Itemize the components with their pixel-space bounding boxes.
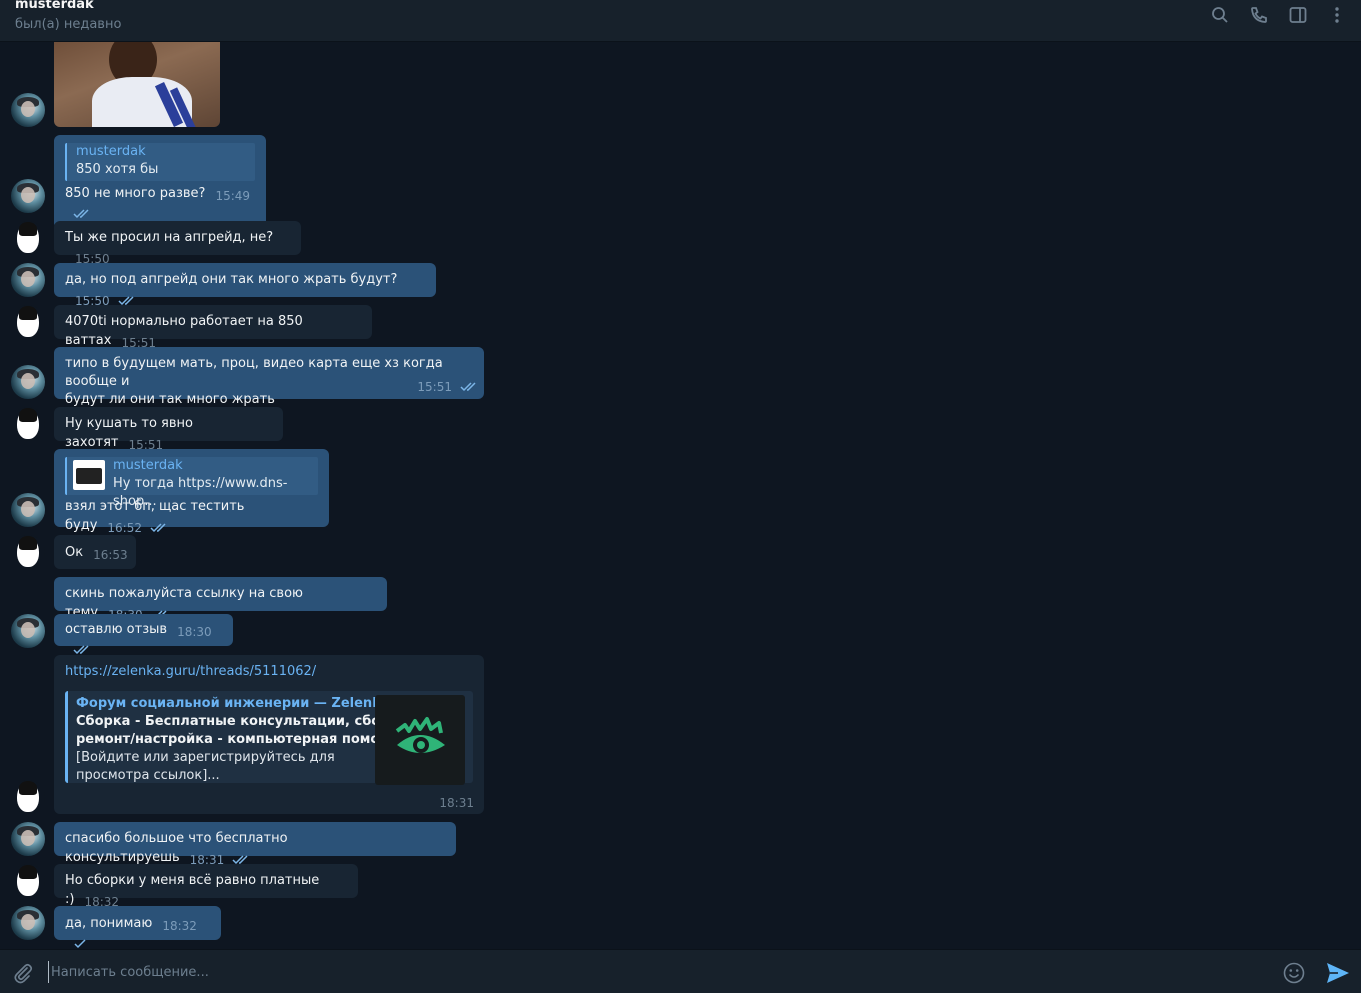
message-text: 850 не много разве? bbox=[65, 186, 206, 201]
message-bubble-outgoing[interactable]: да, понимаю 18:32 bbox=[54, 906, 221, 949]
reply-quote[interactable]: musterdak Ну тогда https://www.dns-shop.… bbox=[65, 457, 318, 509]
avatar[interactable] bbox=[11, 906, 45, 940]
message-text-line: будут ли они так много жрать bbox=[65, 392, 275, 407]
message-time: 18:31 bbox=[439, 796, 474, 810]
message-time: 15:51 bbox=[417, 380, 452, 394]
message-input[interactable] bbox=[48, 961, 1251, 983]
send-icon[interactable] bbox=[1326, 962, 1350, 988]
message-time: 18:32 bbox=[162, 919, 197, 933]
message-bubble-incoming[interactable]: Ну кушать то явно захотят 15:51 bbox=[54, 407, 283, 452]
message-bubble-outgoing[interactable]: спасибо большое что бесплатно консультир… bbox=[54, 822, 456, 867]
reply-text: 850 хотя бы bbox=[76, 162, 159, 177]
message-text: да, понимаю bbox=[65, 916, 153, 931]
message-bubble-incoming[interactable]: Ты же просил на апгрейд, не?15:50 bbox=[54, 221, 301, 266]
emoji-icon[interactable] bbox=[1283, 962, 1305, 988]
message-bubble-outgoing[interactable]: оставлю отзыв 18:30 bbox=[54, 614, 233, 655]
more-vert-icon[interactable] bbox=[1327, 5, 1347, 25]
message-bubble-incoming[interactable]: Ок 16:53 bbox=[54, 535, 136, 569]
avatar[interactable] bbox=[11, 305, 45, 339]
message-text: да, но под апгрейд они так много жрать б… bbox=[65, 272, 398, 287]
message-bubble-outgoing[interactable]: musterdak Ну тогда https://www.dns-shop.… bbox=[54, 449, 329, 535]
phone-icon[interactable] bbox=[1249, 5, 1269, 25]
message-text: Ок bbox=[65, 545, 84, 560]
avatar[interactable] bbox=[11, 535, 45, 569]
message-bubble-outgoing[interactable]: musterdak 850 хотя бы 850 не много разве… bbox=[54, 135, 266, 229]
chat-status: был(а) недавно bbox=[15, 17, 122, 32]
message-link[interactable]: https://zelenka.guru/threads/5111062/ bbox=[65, 663, 473, 681]
message-bubble-incoming[interactable]: Но сборки у меня всё равно платные :) 18:… bbox=[54, 864, 358, 909]
double-check-icon bbox=[150, 521, 168, 539]
avatar[interactable] bbox=[11, 93, 45, 127]
message-bubble-outgoing[interactable]: типо в будущем мать, проц, видео карта е… bbox=[54, 347, 484, 407]
attach-icon[interactable] bbox=[12, 962, 34, 988]
message-time: 18:30 bbox=[177, 625, 212, 639]
avatar[interactable] bbox=[11, 179, 45, 213]
avatar[interactable] bbox=[11, 221, 45, 255]
reply-text: Ну тогда https://www.dns-shop... bbox=[113, 476, 288, 509]
reply-author: musterdak bbox=[113, 458, 183, 473]
header-actions bbox=[1210, 5, 1347, 25]
message-bubble-incoming[interactable]: https://zelenka.guru/threads/5111062/ Фо… bbox=[54, 655, 484, 814]
message-time: 16:53 bbox=[93, 548, 128, 562]
double-check-icon bbox=[460, 380, 478, 398]
chat-header: musterdak был(а) недавно bbox=[0, 0, 1361, 42]
message-text: Ты же просил на апгрейд, не? bbox=[65, 230, 274, 245]
composer bbox=[0, 949, 1361, 993]
avatar[interactable] bbox=[11, 822, 45, 856]
sidebar-toggle-icon[interactable] bbox=[1288, 5, 1308, 25]
avatar[interactable] bbox=[11, 864, 45, 898]
message-time: 15:49 bbox=[215, 189, 251, 203]
chat-title[interactable]: musterdak bbox=[15, 0, 94, 12]
message-bubble-incoming[interactable]: 4070ti нормально работает на 850 ваттах 1… bbox=[54, 305, 372, 350]
reply-author: musterdak bbox=[76, 144, 146, 159]
avatar[interactable] bbox=[11, 493, 45, 527]
reply-thumbnail bbox=[73, 460, 105, 490]
link-preview[interactable]: Форум социальной инженерии — Zelenka....… bbox=[65, 691, 473, 785]
search-icon[interactable] bbox=[1210, 5, 1230, 25]
avatar[interactable] bbox=[11, 407, 45, 441]
message-bubble-outgoing[interactable]: да, но под апгрейд они так много жрать б… bbox=[54, 263, 436, 308]
message-bubble-outgoing[interactable]: скинь пожалуйста ссылку на свою тему18:3… bbox=[54, 577, 387, 622]
message-time: 16:52 bbox=[107, 521, 142, 535]
message-feed[interactable]: musterdak 850 хотя бы 850 не много разве… bbox=[0, 42, 1361, 949]
message-text: спасибо большое что бесплатно консультир… bbox=[65, 831, 288, 865]
avatar[interactable] bbox=[11, 614, 45, 648]
avatar[interactable] bbox=[11, 780, 45, 814]
eye-logo-icon bbox=[375, 695, 465, 785]
reply-quote[interactable]: musterdak 850 хотя бы bbox=[65, 143, 255, 181]
avatar[interactable] bbox=[11, 365, 45, 399]
photo-message[interactable] bbox=[54, 42, 220, 127]
message-text: оставлю отзыв bbox=[65, 622, 168, 637]
avatar[interactable] bbox=[11, 263, 45, 297]
single-check-icon bbox=[73, 937, 87, 949]
message-text: 4070ti нормально работает на 850 ваттах bbox=[65, 314, 303, 348]
